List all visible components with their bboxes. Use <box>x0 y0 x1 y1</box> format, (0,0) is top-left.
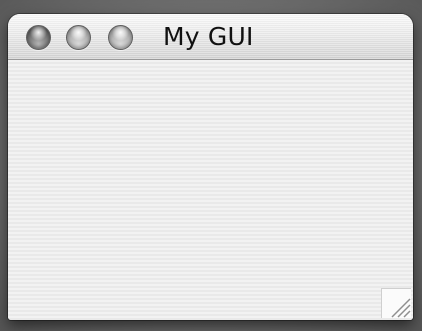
window-titlebar[interactable]: My GUI <box>8 14 413 60</box>
zoom-button[interactable] <box>108 25 133 50</box>
resize-grip-icon[interactable] <box>381 288 411 318</box>
window-content <box>8 60 413 320</box>
app-window: My GUI <box>8 14 413 320</box>
close-button[interactable] <box>26 25 51 50</box>
minimize-button[interactable] <box>66 25 91 50</box>
window-title: My GUI <box>163 22 254 51</box>
